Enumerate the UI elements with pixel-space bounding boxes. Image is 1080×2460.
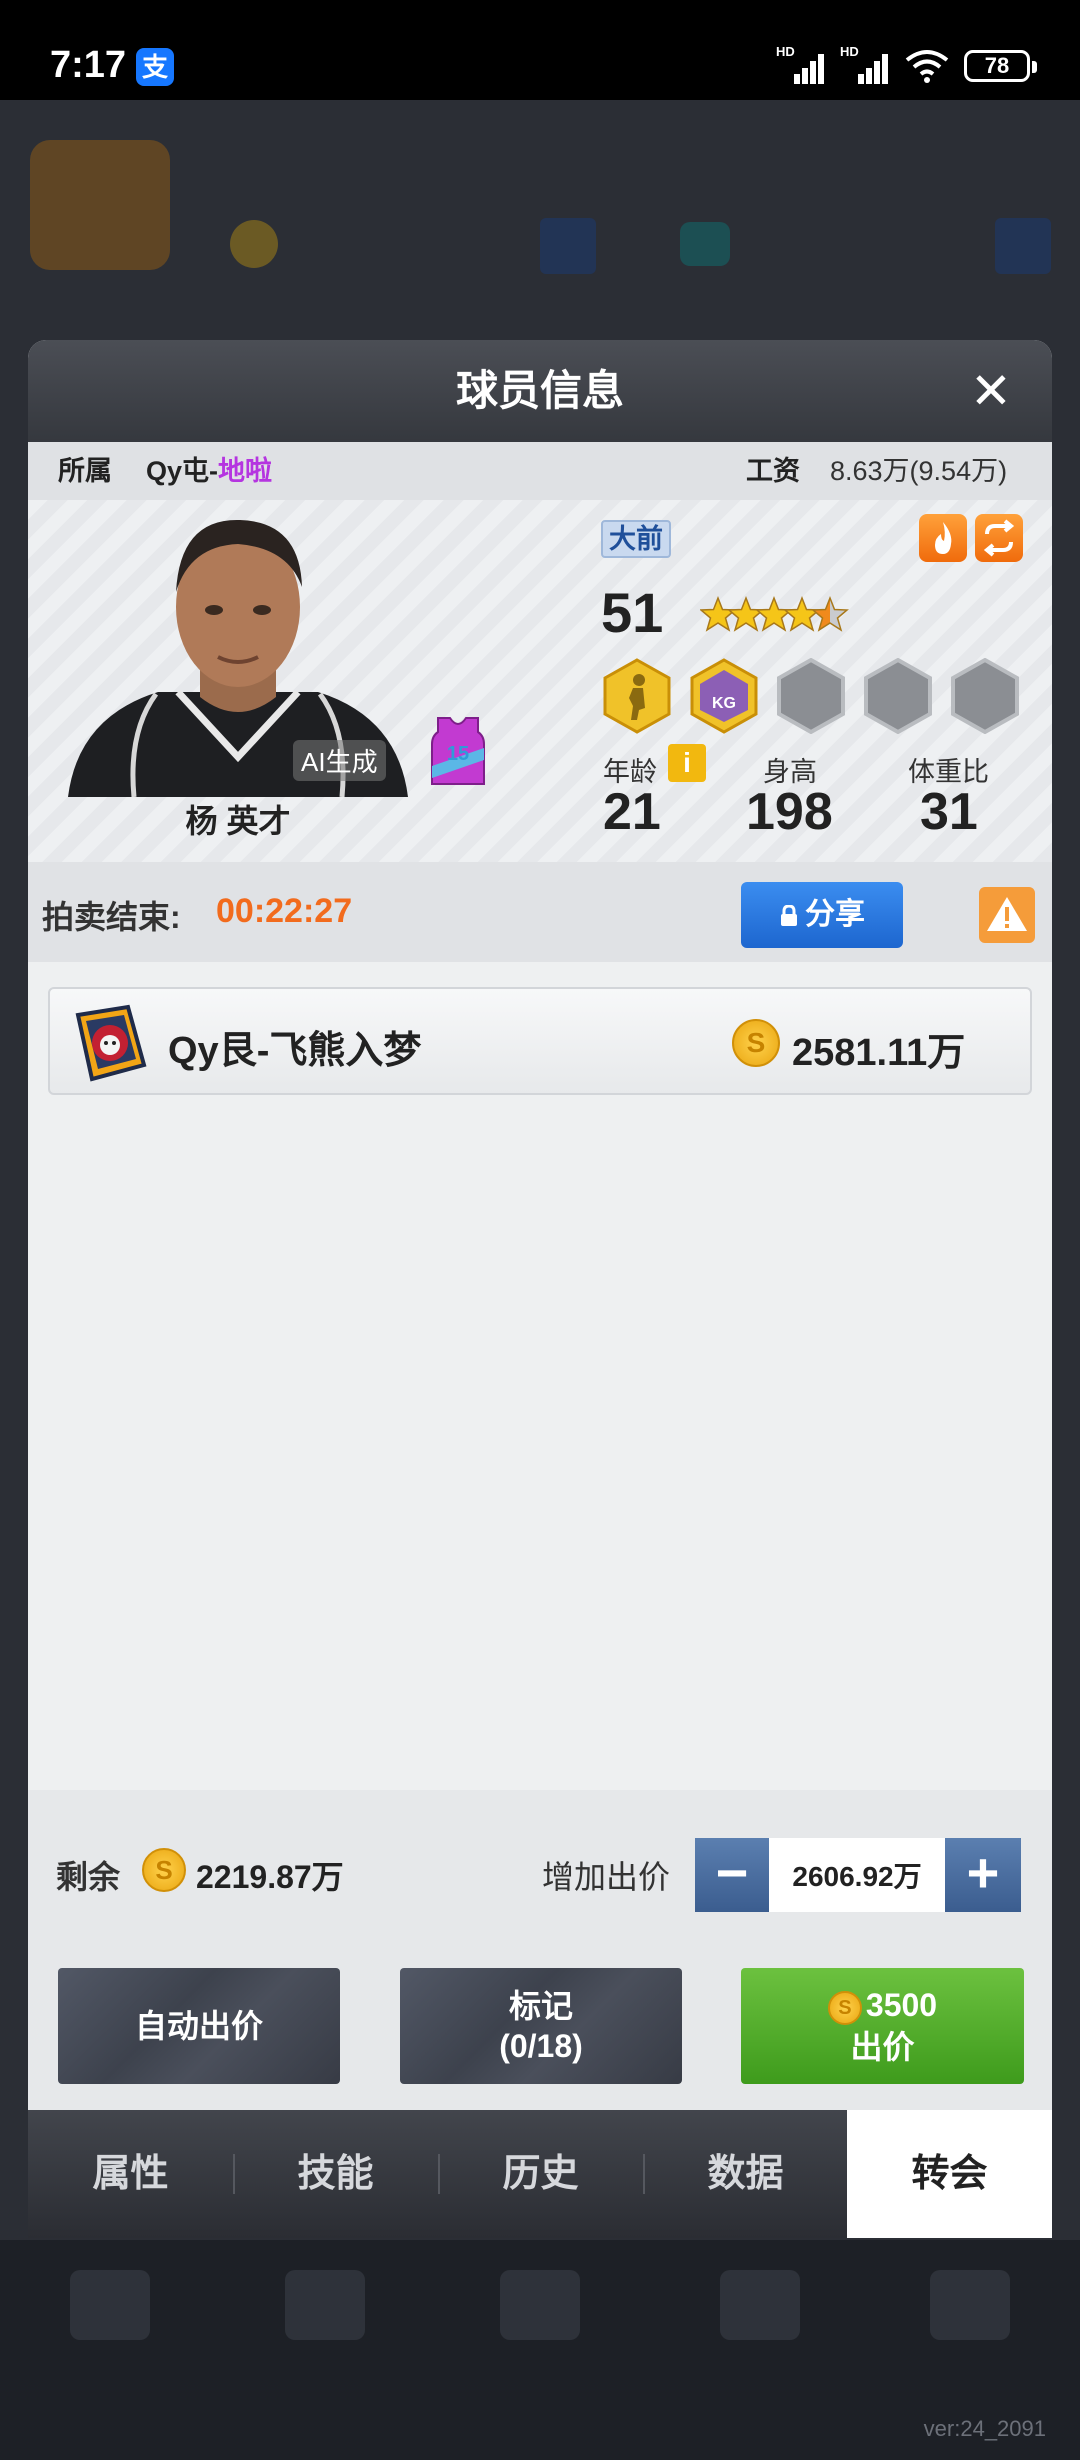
empty-hex-badge-icon[interactable] [775, 658, 847, 734]
bid-label: 出价 [850, 2029, 915, 2065]
bid-controls: 剩余 S 2219.87万 增加出价 − + 自动出价 标记 (0/18) S3… [28, 1790, 1052, 2140]
modal-title: 球员信息 [455, 367, 624, 414]
place-bid-button[interactable]: S 3500 出价 [741, 1968, 1024, 2084]
svg-text:KG: KG [712, 695, 736, 712]
coin-icon [230, 220, 278, 268]
fire-icon[interactable] [919, 514, 967, 562]
calendar-icon [70, 2270, 150, 2340]
bid-cost: 3500 [865, 1987, 938, 2023]
position-badge: 大前 [601, 520, 671, 558]
trophy-icon [285, 2270, 365, 2340]
battery-icon: 78 [964, 50, 1037, 82]
affiliation-label: 所属 [58, 456, 112, 486]
share-button[interactable]: 分享 [741, 882, 903, 948]
player-rating: 51 [601, 581, 664, 644]
close-icon[interactable]: ✕ [966, 366, 1016, 416]
status-bar: 7:17 支 HD HD 78 [0, 0, 1080, 100]
auction-countdown: 00:22:27 [216, 892, 353, 930]
salary-value: 8.63万(9.54万) [830, 456, 1008, 486]
lock-icon [781, 905, 797, 926]
affiliation-team: Qy屯-地啦 [146, 442, 272, 500]
add-gems-button [995, 218, 1051, 274]
version-label: ver:24_2091 [923, 2416, 1046, 2441]
add-coins-button [540, 218, 596, 274]
info-icon[interactable]: i [668, 744, 706, 782]
status-time: 7:17 [50, 44, 127, 86]
team-logo-icon [30, 140, 170, 270]
signal-icon: HD [840, 44, 890, 84]
coin-icon: S [827, 1991, 862, 2025]
tab-skills[interactable]: 技能 [233, 2110, 438, 2238]
signal-hd-label: HD [776, 44, 795, 59]
star-rating-icon [700, 597, 848, 631]
svg-text:15: 15 [447, 743, 469, 765]
more-icon [930, 2270, 1010, 2340]
warning-icon [987, 897, 1027, 931]
team-prefix: Qy屯- [146, 456, 219, 486]
star-icon [700, 597, 736, 631]
gift-icon [720, 2270, 800, 2340]
age-value: 21 [603, 783, 661, 841]
star-icon [756, 597, 792, 631]
gem-icon [680, 222, 730, 266]
status-icons: HD HD 78 [776, 44, 1037, 84]
auto-bid-button[interactable]: 自动出价 [58, 1968, 340, 2084]
increase-bid-input[interactable] [769, 1838, 945, 1912]
decrease-bid-button[interactable]: − [695, 1838, 769, 1912]
remaining-label: 剩余 [56, 1859, 121, 1895]
weight-ratio-value: 31 [920, 783, 978, 841]
alipay-icon: 支 [136, 48, 174, 86]
wifi-icon [905, 50, 949, 83]
increase-bid-button[interactable]: + [945, 1838, 1021, 1912]
share-label: 分享 [805, 898, 865, 931]
silhouette-badge-icon[interactable] [601, 658, 673, 734]
tab-bar: 属性 技能 历史 数据 转会 [28, 2110, 1052, 2238]
player-card: AI生成 15 杨 英才 大前 51 KG 年龄 i 21 身高 198 体重比… [28, 500, 1052, 862]
salary-label: 工资 [746, 456, 800, 486]
mark-button[interactable]: 标记 (0/18) [400, 1968, 682, 2084]
bid-team-name: Qy艮-飞熊入梦 [168, 1030, 422, 1072]
ai-generated-tag: AI生成 [293, 740, 386, 781]
auction-end-label: 拍卖结束: [42, 899, 181, 935]
mark-count: (0/18) [499, 2028, 583, 2064]
team-highlight: 地啦 [218, 456, 273, 486]
mark-label: 标记 [508, 1988, 573, 2024]
affiliation-bar: 所属 Qy屯-地啦 工资 8.63万(9.54万) [28, 442, 1052, 500]
empty-hex-badge-icon[interactable] [862, 658, 934, 734]
tab-stats[interactable]: 数据 [643, 2110, 848, 2238]
tab-attributes[interactable]: 属性 [28, 2110, 233, 2238]
tab-history[interactable]: 历史 [438, 2110, 643, 2238]
height-value: 198 [746, 783, 833, 841]
auction-bar: 拍卖结束: 00:22:27 分享 [28, 862, 1052, 962]
player-info-modal: 球员信息 ✕ 所属 Qy屯-地啦 工资 8.63万(9.54万) AI生成 15… [28, 340, 1052, 2238]
tactics-icon [500, 2270, 580, 2340]
star-icon [784, 597, 820, 631]
star-icon [728, 597, 764, 631]
auto-bid-label: 自动出价 [134, 2008, 263, 2044]
swap-icon[interactable] [975, 514, 1023, 562]
coin-icon: S [142, 1848, 186, 1892]
player-name: 杨 英才 [185, 803, 291, 839]
remaining-value: 2219.87万 [196, 1859, 344, 1895]
coin-icon: S [732, 1019, 780, 1067]
star-icon [812, 597, 848, 631]
bid-list: Qy艮-飞熊入梦 S 2581.11万 [28, 962, 1052, 1790]
signal-hd-label: HD [840, 44, 859, 59]
report-button[interactable] [979, 887, 1035, 943]
jersey-icon[interactable]: 15 [430, 714, 486, 786]
team-logo-icon [75, 1004, 147, 1082]
modal-header: 球员信息 ✕ [28, 340, 1052, 442]
empty-hex-badge-icon[interactable] [949, 658, 1021, 734]
kg-badge-icon[interactable]: KG [688, 658, 760, 734]
bid-row: Qy艮-飞熊入梦 S 2581.11万 [48, 987, 1032, 1095]
bid-amount: 2581.11万 [792, 1032, 966, 1074]
signal-icon: HD [776, 44, 826, 84]
tab-transfer[interactable]: 转会 [847, 2110, 1052, 2238]
increase-bid-label: 增加出价 [542, 1859, 671, 1895]
